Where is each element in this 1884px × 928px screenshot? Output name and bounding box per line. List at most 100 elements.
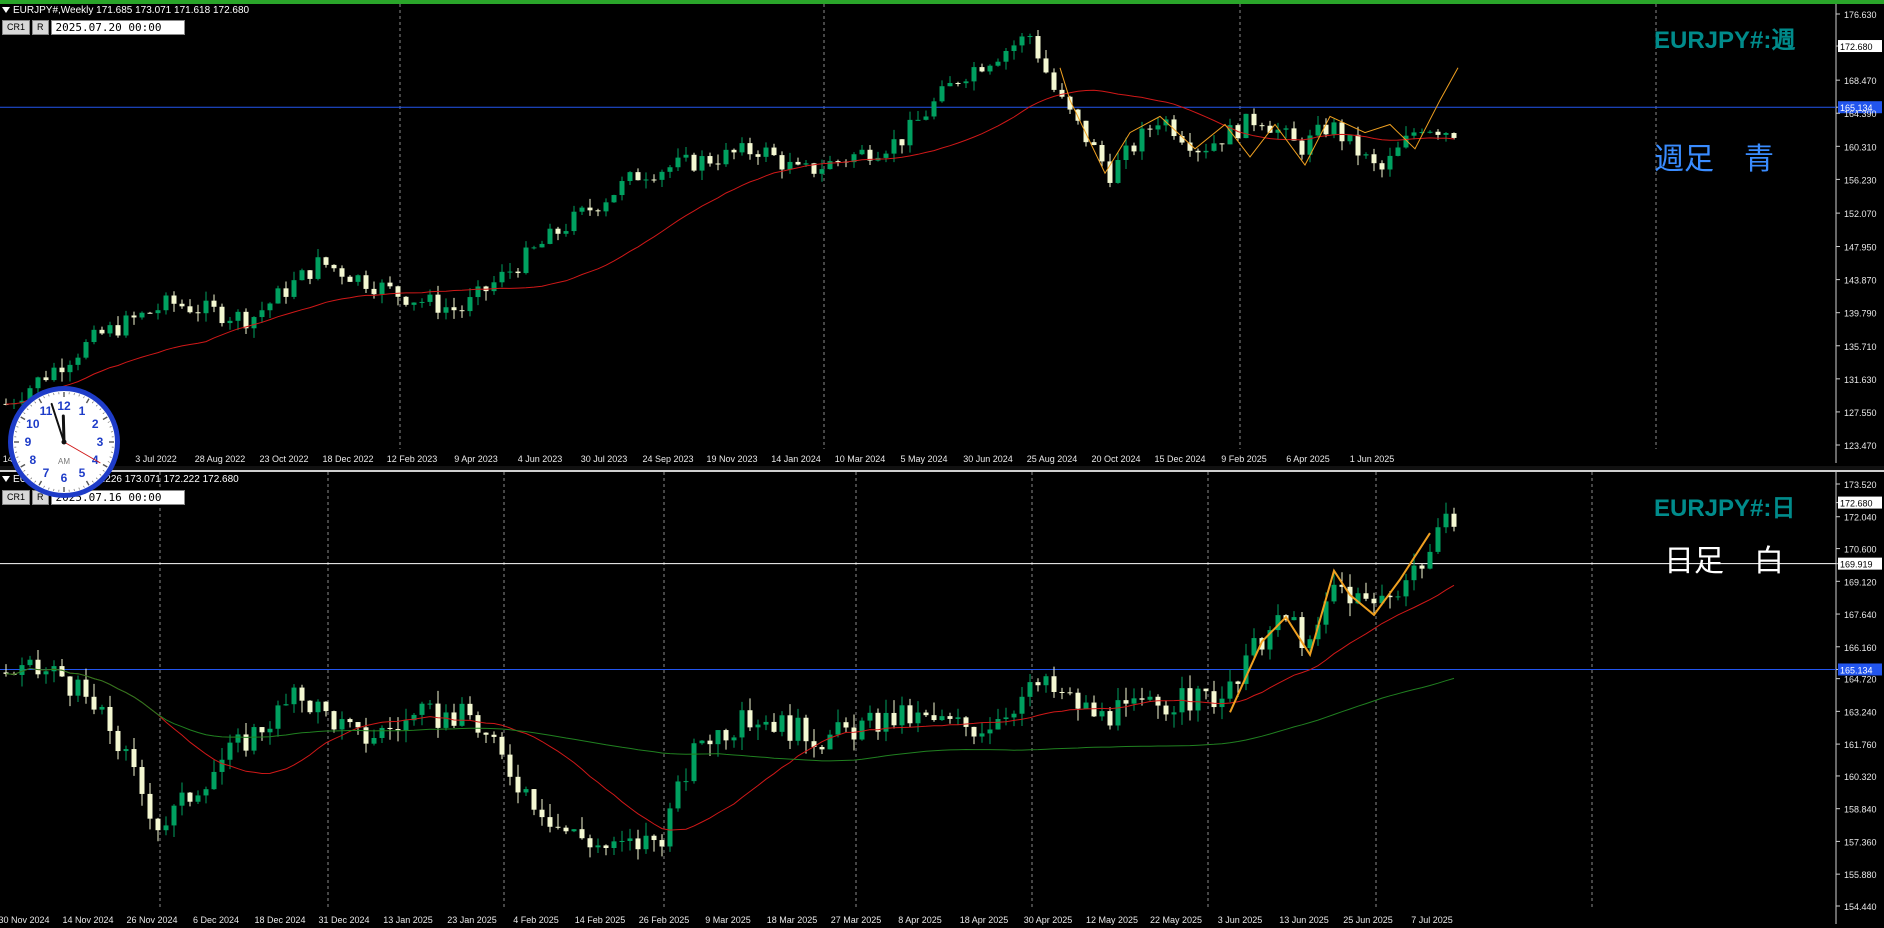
candle-body — [283, 704, 289, 706]
candle-body — [611, 195, 617, 203]
candle-body — [27, 659, 33, 666]
candle-body — [971, 726, 977, 737]
candle-body — [1139, 698, 1145, 700]
candle-body — [1411, 132, 1417, 136]
zigzag-line — [1059, 67, 1459, 175]
candle-body — [1443, 133, 1449, 135]
candle-body — [59, 367, 65, 373]
daily-chart-panel[interactable]: 173.520 172.680 172.040 170.600 169.919 169.1… — [0, 470, 1884, 928]
candle-body — [499, 271, 505, 283]
candle-body — [99, 706, 105, 710]
candle-body — [227, 320, 233, 324]
r-button[interactable]: R — [32, 20, 49, 35]
price-label: 160.320 — [1844, 772, 1877, 782]
candle-body — [843, 722, 849, 728]
date-input[interactable]: 2025.07.20 00:00 — [50, 20, 185, 35]
candle-body — [291, 280, 297, 297]
candle-body — [1379, 163, 1385, 170]
candle-body — [331, 264, 337, 269]
candle-body — [571, 829, 577, 832]
candle-body — [267, 728, 273, 733]
date-label: 26 Nov 2024 — [126, 915, 177, 925]
candle-body — [283, 288, 289, 297]
date-label: 10 Mar 2024 — [835, 454, 886, 464]
price-label: 167.640 — [1844, 610, 1877, 620]
candle-body — [75, 679, 81, 696]
candle-body — [627, 172, 633, 182]
candle-body — [1427, 131, 1433, 133]
candle-body — [251, 727, 257, 751]
candle-body — [579, 207, 585, 212]
candle-body — [571, 211, 577, 232]
collapse-triangle-icon[interactable] — [2, 7, 10, 14]
candle-body — [1403, 580, 1409, 597]
candle-body — [299, 687, 305, 701]
candle-body — [339, 268, 345, 277]
candle-body — [187, 306, 193, 313]
candle-body — [291, 687, 297, 705]
candle-body — [1363, 154, 1369, 156]
candle-body — [947, 82, 953, 87]
candle-body — [1331, 122, 1337, 135]
candle-body — [955, 82, 961, 84]
date-label: 3 Jul 2022 — [135, 454, 177, 464]
candle-body — [315, 701, 321, 713]
price-label: 172.040 — [1844, 513, 1877, 523]
candle-body — [171, 805, 177, 826]
price-label: 155.880 — [1844, 870, 1877, 880]
price-label: 152.070 — [1844, 209, 1877, 219]
daily-chart-canvas[interactable]: 173.520 172.680 172.040 170.600 169.919 169.1… — [0, 472, 1884, 928]
candle-body — [1371, 154, 1377, 164]
price-label: 157.360 — [1844, 837, 1877, 847]
date-label: 4 Feb 2025 — [513, 915, 559, 925]
candle-body — [963, 717, 969, 727]
candle-body — [603, 845, 609, 848]
cr1-button[interactable]: CR1 — [2, 20, 31, 35]
weekly-chart-canvas[interactable]: 176.630172.680168.470165.134164.390160.3… — [0, 4, 1884, 466]
candle-body — [1163, 705, 1169, 715]
candle-body — [1211, 691, 1217, 708]
candle-body — [1443, 513, 1449, 528]
date-label: 3 Jun 2025 — [1218, 915, 1263, 925]
weekly-toolbar: CR1 R 2025.07.20 00:00 — [2, 20, 185, 35]
candle-body — [755, 724, 761, 728]
candle-body — [1083, 120, 1089, 143]
candle-body — [211, 771, 217, 790]
candle-body — [899, 705, 905, 726]
candle-body — [307, 270, 313, 279]
candle-body — [1003, 50, 1009, 62]
candle-body — [411, 302, 417, 305]
candle-body — [539, 243, 545, 248]
candle-body — [643, 179, 649, 181]
date-label: 12 Feb 2023 — [387, 454, 438, 464]
candle-body — [515, 776, 521, 793]
candle-body — [107, 706, 113, 731]
price-label: 164.390 — [1844, 109, 1877, 119]
price-label: 166.160 — [1844, 643, 1877, 653]
candle-body — [1123, 700, 1129, 704]
candle-body — [915, 119, 921, 121]
candle-body — [395, 286, 401, 297]
candle-body — [1035, 36, 1041, 59]
date-label: 20 Oct 2024 — [1091, 454, 1140, 464]
candle-body — [1427, 551, 1433, 569]
price-label: 127.550 — [1844, 408, 1877, 418]
price-label: 139.790 — [1844, 309, 1877, 319]
date-label: 24 Sep 2023 — [642, 454, 693, 464]
candle-body — [467, 703, 473, 716]
candle-body — [43, 377, 49, 381]
price-label: 147.950 — [1844, 243, 1877, 253]
candle-body — [1451, 513, 1457, 527]
candle-body — [675, 157, 681, 168]
analog-clock-widget: 121234567891011AM — [8, 386, 120, 498]
weekly-chart-info: EURJPY#,Weekly 171.685 173.071 171.618 1… — [2, 5, 249, 16]
candle-body — [1091, 142, 1097, 146]
weekly-chart-panel[interactable]: 176.630 172.680 168.470 165.134 164.390 160.3… — [0, 0, 1884, 466]
candle-body — [179, 792, 185, 806]
candle-body — [779, 715, 785, 732]
candle-body — [67, 364, 73, 373]
candle-body — [395, 729, 401, 731]
candle-body — [475, 715, 481, 733]
candle-body — [83, 342, 89, 358]
candle-body — [491, 282, 497, 292]
